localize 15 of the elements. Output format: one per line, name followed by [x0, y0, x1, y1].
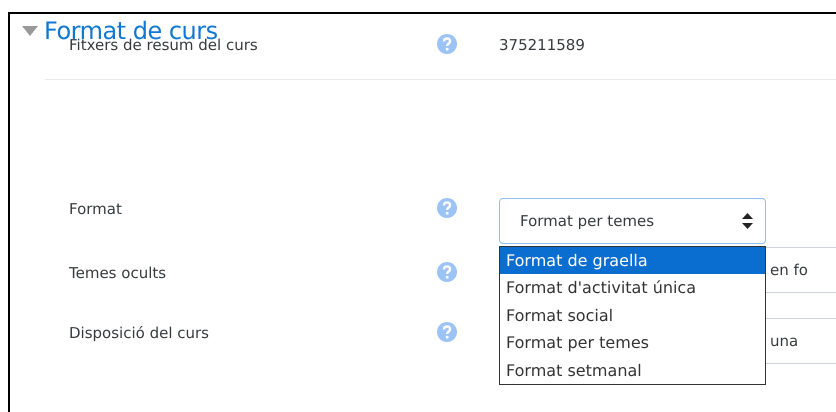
help-icon[interactable]: [437, 262, 457, 282]
help-icon[interactable]: [437, 34, 457, 54]
help-icon[interactable]: [437, 198, 457, 218]
help-icon[interactable]: [437, 322, 457, 342]
dropdown-option[interactable]: Format social: [500, 302, 765, 330]
collapse-icon[interactable]: [22, 26, 38, 36]
sort-arrows-icon: [742, 213, 753, 229]
dropdown-option[interactable]: Format de graella: [500, 247, 765, 274]
dropdown-option[interactable]: Format setmanal: [500, 356, 765, 384]
field-label: Temes ocults: [68, 263, 168, 284]
field-label: Format: [68, 199, 123, 220]
dropdown-option[interactable]: Format per temes: [500, 329, 765, 357]
field-value: 375211589: [499, 36, 585, 54]
field-label: Disposició del curs: [68, 323, 210, 344]
dropdown-option[interactable]: Format d'activitat única: [500, 274, 765, 302]
